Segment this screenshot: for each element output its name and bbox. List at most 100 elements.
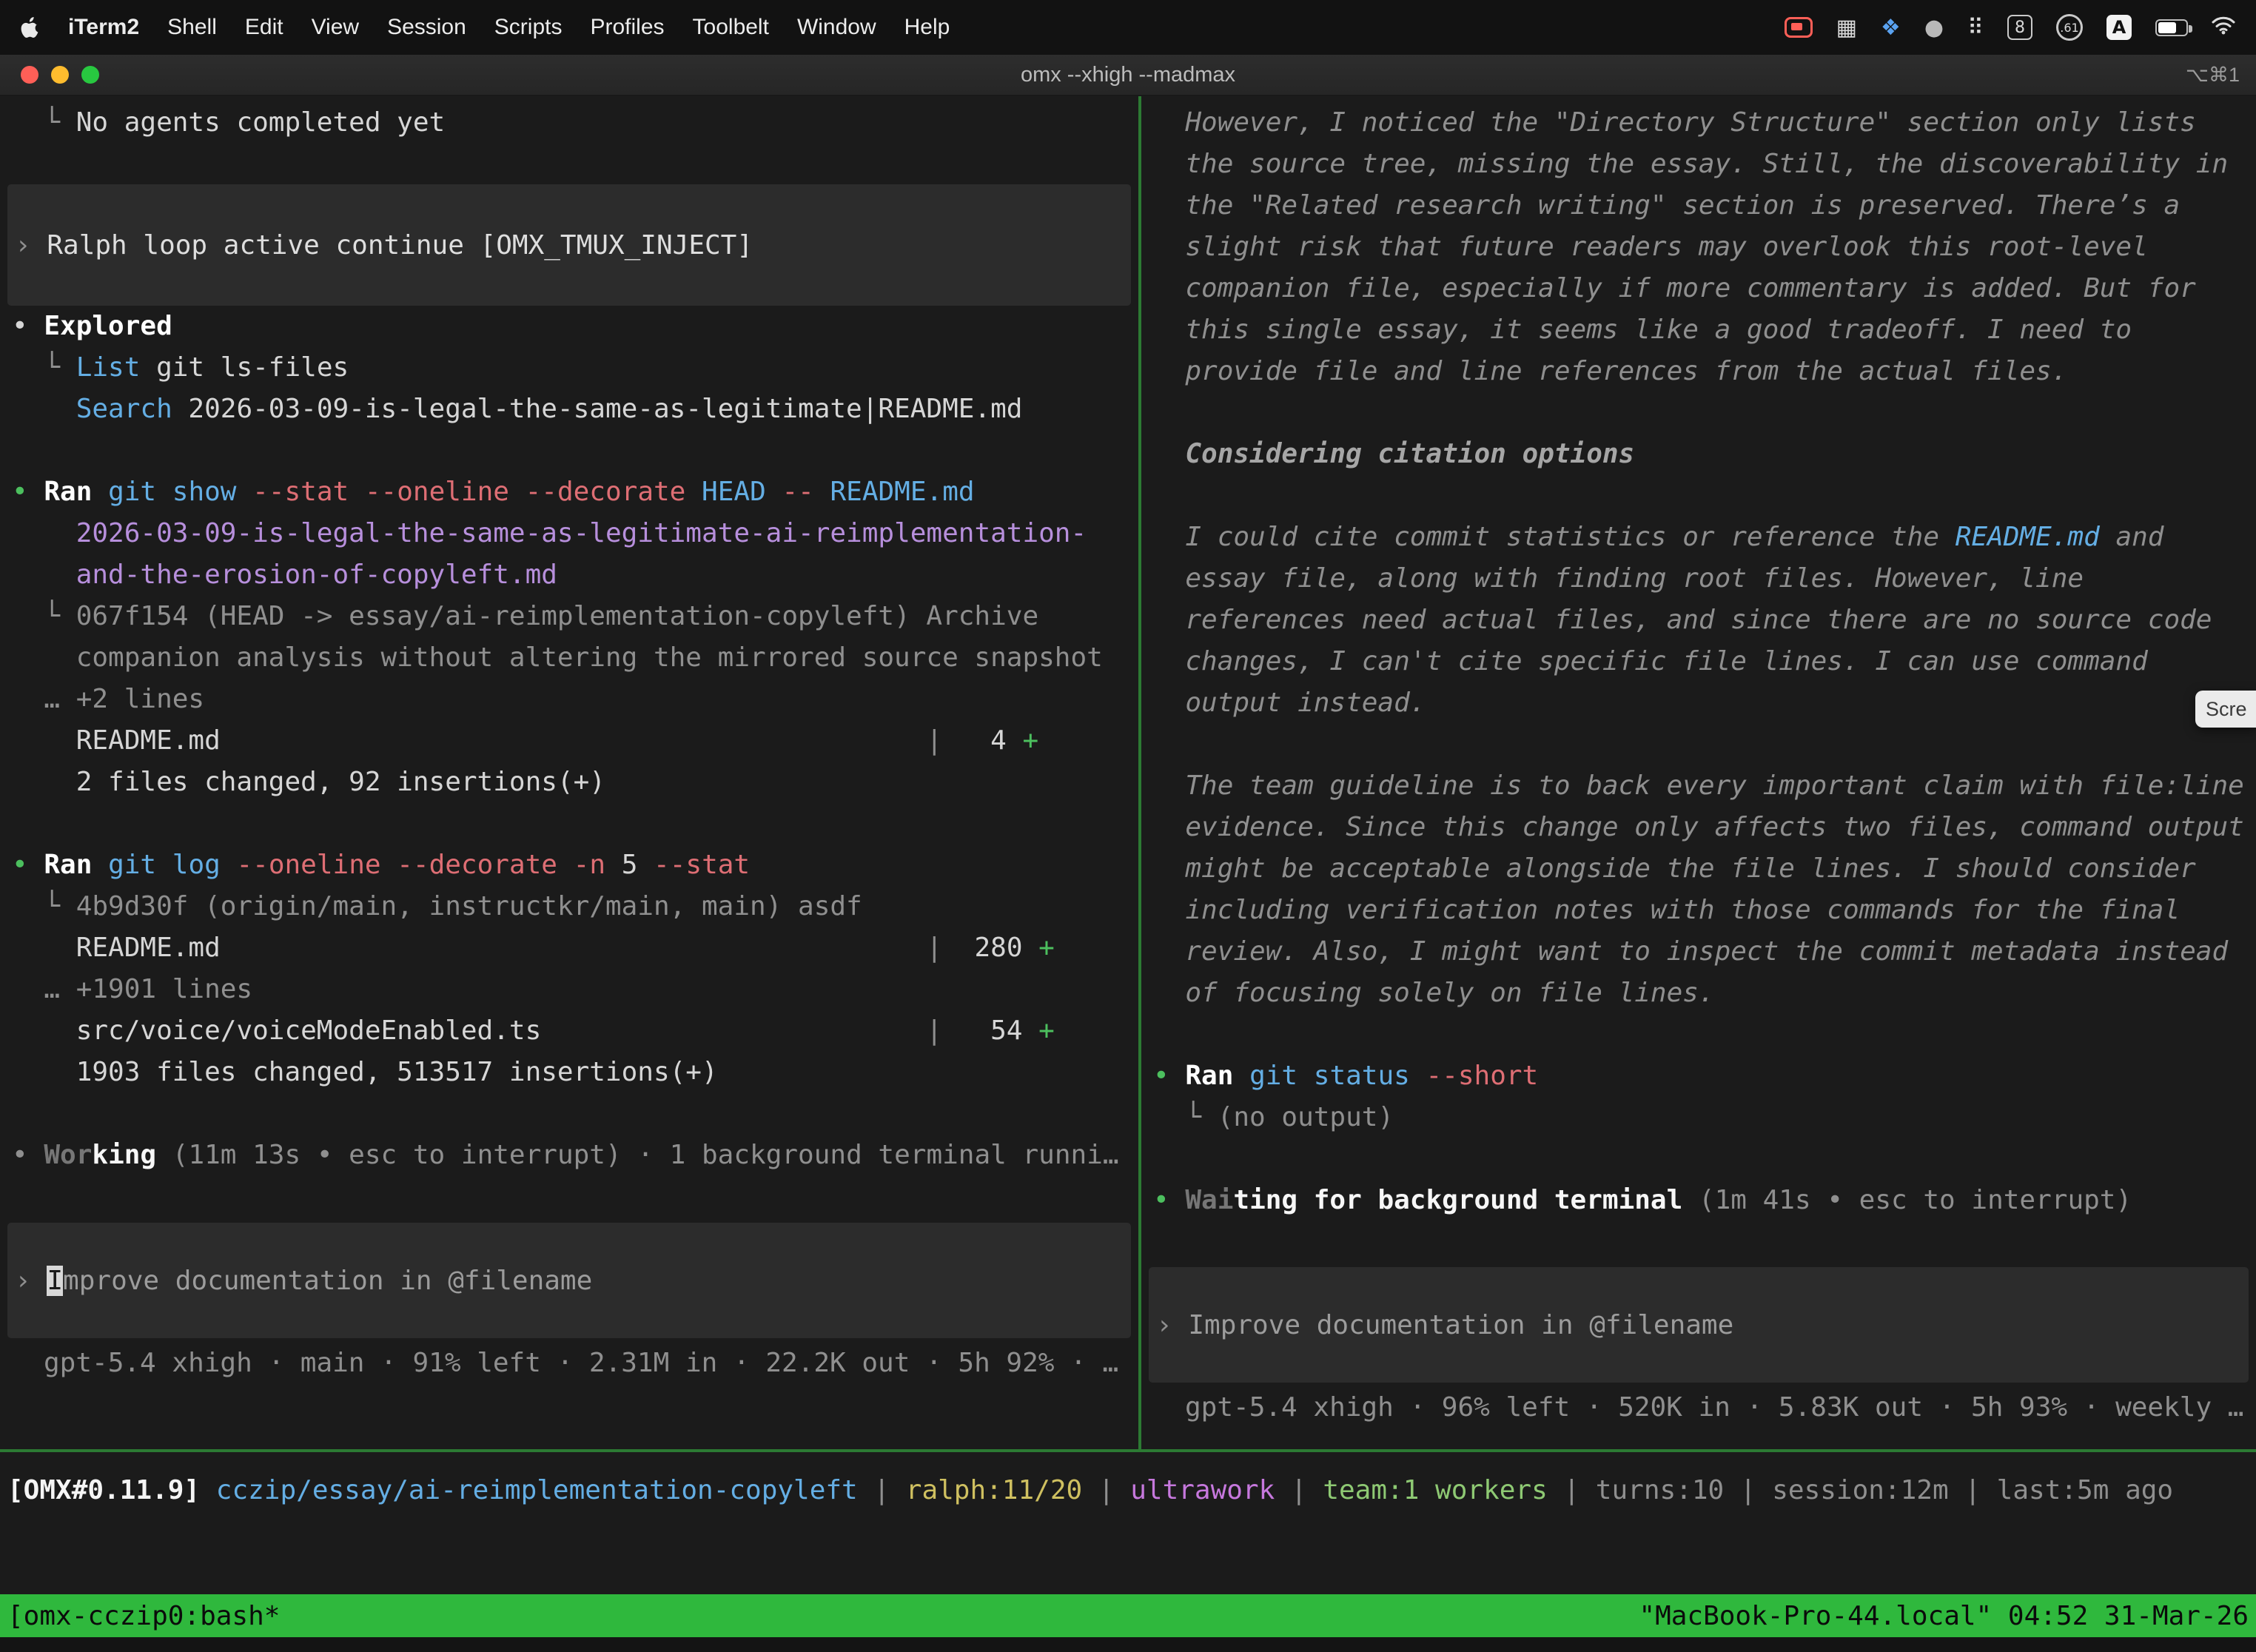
menu-bar-status-icons [1785,14,2235,41]
blank-line [0,1093,1138,1135]
circle-app-icon[interactable] [1924,15,1944,41]
blank-line [0,430,1138,471]
keycap-8-icon[interactable] [2007,15,2032,40]
right-terminal-pane: However, I noticed the "Directory Struct… [1141,96,2256,1449]
more-lines: … +1901 lines [0,969,1138,1010]
menu-item-help[interactable]: Help [904,15,950,40]
thinking-line: changes, I can't cite specific file line… [1141,641,2256,682]
more-lines: … +2 lines [0,679,1138,720]
blue-app-icon[interactable] [1881,15,1901,41]
notification-toast[interactable]: Scre [2195,691,2256,728]
close-window-button[interactable] [21,66,38,84]
menu-items: iTerm2 Shell Edit View Session Scripts Profile… [68,15,950,40]
diff-stat-line: src/voice/voiceModeEnabled.ts | 54 + [0,1010,1138,1052]
thinking-line: evidence. Since this change only affects… [1141,807,2256,848]
input-text-right: Improve documentation in @filename [1188,1310,1733,1340]
thinking-line: references need actual files, and since … [1141,600,2256,641]
search-command: Search 2026-03-09-is-legal-the-same-as-l… [0,389,1138,430]
agent-log: • Explored └ List git ls-files Search 20… [0,306,1138,1176]
wifi-icon[interactable] [2212,15,2235,41]
thinking-line: review. Also, I might want to inspect th… [1141,931,2256,973]
gauge-icon[interactable] [2056,14,2083,41]
menu-item-window[interactable]: Window [797,15,876,40]
desktop: iTerm2 Shell Edit View Session Scripts Profile… [0,0,2256,1652]
thinking-line: However, I noticed the "Directory Struct… [1141,102,2256,144]
menu-item-scripts[interactable]: Scripts [494,15,563,40]
thinking-line: I could cite commit statistics or refere… [1141,517,2256,558]
apple-menu-icon[interactable] [21,17,38,38]
text-cursor: I [47,1266,63,1296]
menu-item-view[interactable]: View [312,15,359,40]
thinking-line: of focusing solely on file lines. [1141,973,2256,1014]
tmux-status-bar: [omx-cczip0:bash* "MacBook-Pro-44.local"… [0,1594,2256,1637]
window-controls [0,66,99,84]
input-text: mprove documentation in @filename [63,1266,592,1296]
command-output: └ (no output) [1141,1097,2256,1138]
ran-git-status: • Ran git status --short [1141,1055,2256,1097]
blank-line [1141,1138,2256,1180]
diff-stat-line: README.md | 4 + [0,720,1138,762]
commit-line: companion analysis without altering the … [0,637,1138,679]
agent-status-line: └ No agents completed yet [0,102,1138,144]
thinking-line: slight risk that future readers may over… [1141,226,2256,268]
ran-git-show: • Ran git show --stat --oneline --decora… [0,471,1138,513]
thinking-line: this single essay, it seems like a good … [1141,309,2256,351]
explored-header: • Explored [0,306,1138,347]
tmux-panes: └ No agents completed yet › Ralph loop a… [0,96,2256,1449]
app-grid-icon[interactable] [1967,15,1984,41]
pane-divider-horizontal [0,1449,2256,1452]
banner-text: Ralph loop active continue [OMX_TMUX_INJ… [47,230,753,261]
blank-line [1141,724,2256,765]
omx-status-line: [OMX#0.11.9] cczip/essay/ai-reimplementa… [0,1470,2256,1511]
window-title-bar: omx --xhigh --madmax ⌥⌘1 [0,55,2256,96]
commit-line: └ 4b9d30f (origin/main, instructkr/main,… [0,886,1138,927]
working-status: • Working (11m 13s • esc to interrupt) ·… [0,1135,1138,1176]
menu-item-shell[interactable]: Shell [167,15,217,40]
session-status-line-right: gpt-5.4 xhigh · 96% left · 520K in · 5.8… [1141,1387,2256,1428]
window-shortcut-badge: ⌥⌘1 [2186,64,2256,87]
thinking-line: output instead. [1141,682,2256,724]
input-source-icon[interactable] [2106,15,2132,40]
zoom-window-button[interactable] [81,66,99,84]
thinking-line: including verification notes with those … [1141,890,2256,931]
thinking-heading: Considering citation options [1141,434,2256,475]
thinking-line: companion file, especially if more comme… [1141,268,2256,309]
input-prompt: › [15,1266,47,1296]
menu-item-session[interactable]: Session [387,15,466,40]
left-terminal-pane: └ No agents completed yet › Ralph loop a… [0,96,1138,1449]
blank-line [1141,1014,2256,1055]
terminal-content: └ No agents completed yet › Ralph loop a… [0,96,2256,1594]
macos-menu-bar: iTerm2 Shell Edit View Session Scripts Profile… [0,0,2256,55]
battery-icon[interactable] [2155,19,2188,36]
ralph-loop-banner: › Ralph loop active continue [OMX_TMUX_I… [7,184,1131,306]
agent-log-top: └ No agents completed yet [0,102,1138,144]
thinking-line: the source tree, missing the essay. Stil… [1141,144,2256,185]
tmux-session-label: [omx-cczip0:bash* [7,1601,280,1631]
prompt-input-right[interactable]: › Improve documentation in @filename [1149,1267,2249,1383]
blank-line [1141,475,2256,517]
menu-item-toolbelt[interactable]: Toolbelt [693,15,769,40]
thinking-line: essay file, along with finding root file… [1141,558,2256,600]
menu-item-edit[interactable]: Edit [245,15,283,40]
input-prompt-right: › [1156,1310,1188,1340]
thinking-line: provide file and line references from th… [1141,351,2256,392]
blank-line [1141,392,2256,434]
menu-item-profiles[interactable]: Profiles [590,15,664,40]
diff-summary: 1903 files changed, 513517 insertions(+) [0,1052,1138,1093]
agent-log-right: However, I noticed the "Directory Struct… [1141,102,2256,1221]
arg-filename: and-the-erosion-of-copyleft.md [0,554,1138,596]
session-status-line: gpt-5.4 xhigh · main · 91% left · 2.31M … [0,1343,1138,1384]
list-command: └ List git ls-files [0,347,1138,389]
blank-line [0,803,1138,845]
menu-item-iterm2[interactable]: iTerm2 [68,15,139,40]
screen-recording-icon[interactable] [1785,17,1813,38]
diff-stat-line: README.md | 280 + [0,927,1138,969]
thinking-line: the "Related research writing" section i… [1141,185,2256,226]
grid-icon[interactable] [1836,15,1857,41]
diff-summary: 2 files changed, 92 insertions(+) [0,762,1138,803]
tmux-host-clock: "MacBook-Pro-44.local" 04:52 31-Mar-26 [1639,1601,2249,1631]
waiting-status: • Waiting for background terminal (1m 41… [1141,1180,2256,1221]
prompt-input[interactable]: › Improve documentation in @filename [7,1223,1131,1338]
window-title: omx --xhigh --madmax [0,63,2256,87]
minimize-window-button[interactable] [51,66,69,84]
